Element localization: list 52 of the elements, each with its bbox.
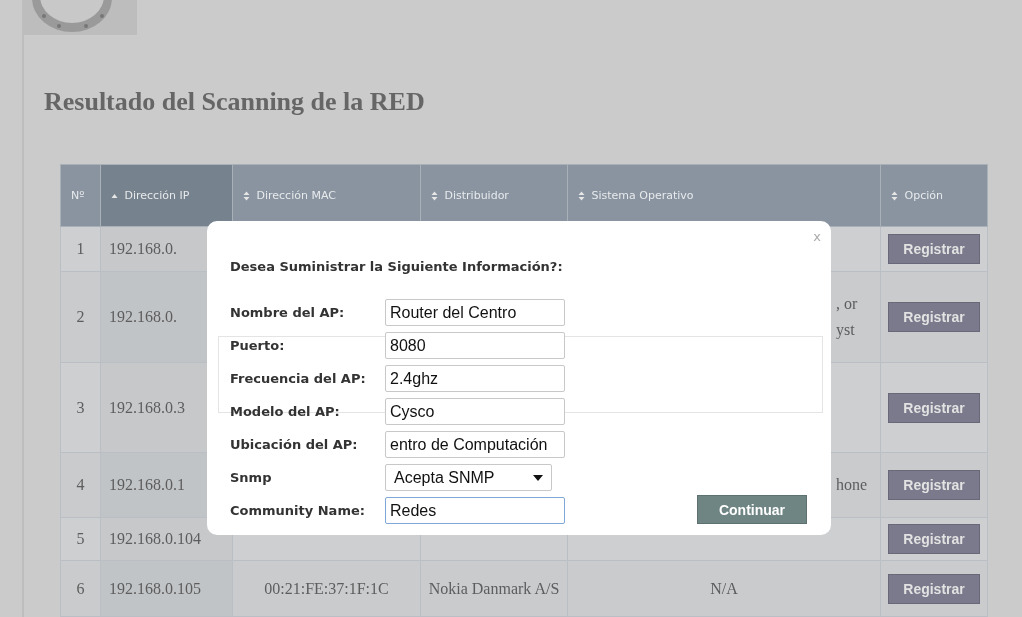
column-header[interactable]: Sistema Operativo — [567, 164, 881, 227]
operating-system-text: hone — [836, 475, 868, 495]
ip-address: 192.168.0.1 — [109, 476, 185, 493]
field-label: Modelo del AP: — [230, 404, 341, 419]
column-header[interactable]: Opción — [880, 164, 988, 227]
continue-button[interactable]: Continuar — [697, 495, 807, 524]
input-field[interactable]: entro de Computación — [385, 431, 565, 458]
ip-address: 192.168.0.105 — [109, 579, 201, 597]
input-field[interactable]: 2.4ghz — [385, 365, 565, 392]
sort-icon — [431, 191, 438, 201]
close-button[interactable]: x — [813, 229, 821, 244]
register-button[interactable]: Registrar — [888, 573, 980, 604]
row-number: 1 — [76, 240, 85, 257]
row-number: 2 — [76, 308, 85, 325]
field-label: Snmp — [230, 470, 273, 485]
ip-address: 192.168.0.104 — [109, 530, 201, 547]
sort-icon — [891, 191, 898, 201]
field-label: Community Name: — [230, 503, 366, 518]
operating-system-text: N/A — [710, 578, 738, 599]
caret-icon — [533, 474, 543, 481]
sort-icon — [578, 191, 585, 201]
register-button[interactable]: Registrar — [888, 302, 980, 332]
row-number: 4 — [76, 476, 85, 493]
ip-address: 192.168.0.3 — [109, 398, 185, 416]
input-field[interactable]: 8080 — [385, 332, 565, 359]
field-label: Puerto: — [230, 338, 286, 353]
column-header[interactable]: Dirección IP — [100, 164, 233, 227]
page-title: Resultado del Scanning de la RED — [44, 87, 426, 118]
operating-system-text: , or — [836, 294, 858, 314]
field-label: Nombre del AP: — [230, 305, 346, 320]
register-button[interactable]: Registrar — [888, 392, 980, 423]
dialog-heading: Desea Suministrar la Siguiente Información?: — [230, 259, 564, 276]
ip-address: 192.168.0. — [109, 240, 177, 257]
column-header[interactable]: Nº — [60, 164, 101, 227]
dropdown[interactable]: Acepta SNMP — [385, 464, 552, 491]
ip-address: 192.168.0. — [109, 308, 177, 325]
field-label: Frecuencia del AP: — [230, 371, 367, 386]
field-label: Ubicación del AP: — [230, 437, 359, 452]
operating-system-text: yst — [836, 320, 855, 341]
row-number: 5 — [76, 530, 85, 547]
input-field[interactable]: Redes — [385, 497, 565, 524]
input-field[interactable]: Router del Centro — [385, 299, 565, 326]
row-number: 3 — [76, 398, 85, 416]
register-button[interactable]: Registrar — [888, 234, 980, 264]
row-number: 6 — [76, 579, 85, 597]
sort-ascending-icon — [111, 192, 118, 200]
register-button[interactable]: Registrar — [888, 470, 980, 500]
input-field[interactable]: Cysco — [385, 398, 565, 425]
mac-address: 00:21:FE:37:1F:1C — [264, 579, 389, 597]
register-button[interactable]: Registrar — [888, 524, 980, 554]
sort-icon — [243, 191, 250, 201]
vendor-name: Nokia Danmark A/S — [428, 579, 560, 597]
